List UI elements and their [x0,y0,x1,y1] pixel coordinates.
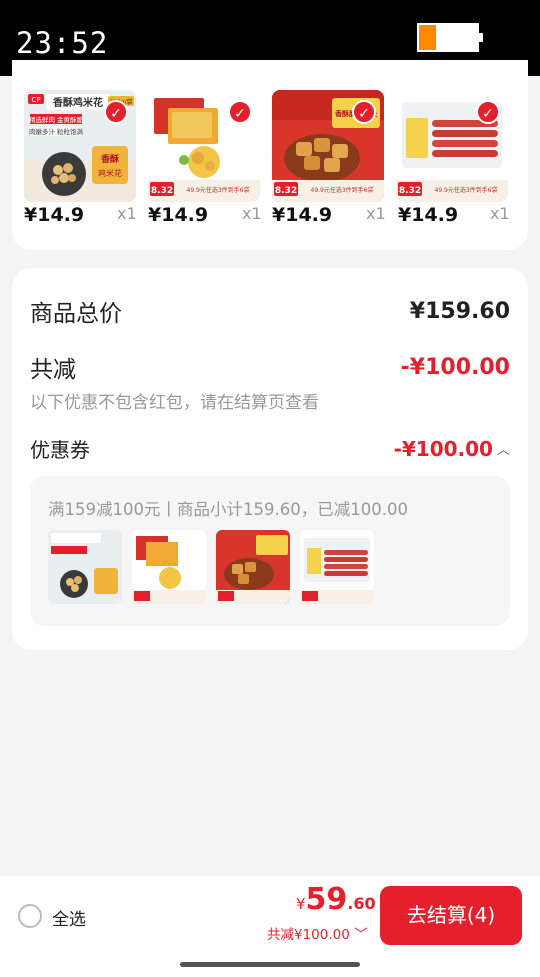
promo-text: 49.9元任选3件到手6袋 [435,186,498,194]
item-checked-icon[interactable]: ✓ [228,100,252,124]
subtotal-label: 商品总价 [30,301,122,327]
battery-icon [417,23,483,52]
price-summary-card: 商品总价 ¥159.60 共减 -¥100.00 以下优惠不包含红包，请在结算页… [12,268,528,650]
discount-value: -¥100.00 [400,354,510,380]
subtotal-value: ¥159.60 [409,298,510,324]
coupon-product-thumb [300,530,374,604]
status-time: 23:52 [16,26,109,60]
battery-nub [479,33,483,42]
discount-label: 共减 [30,357,76,383]
corn-chicken-thumb-icon [132,530,206,604]
coupon-product-thumb [48,530,122,604]
battery-level-fill [419,25,437,50]
item-checked-icon[interactable]: ✓ [104,100,128,124]
checkout-button[interactable]: 去结算(4) [380,886,522,945]
promo-text: 49.9元任选3件到手6袋 [311,186,374,194]
product-image-sausage[interactable]: 8.32 49.9元任选3件到手6袋 ✓ [396,90,508,202]
total-decimal: .60 [347,894,376,913]
home-indicator [180,962,360,967]
brand-logo: CP [31,96,40,104]
product-image-popcorn-chicken[interactable]: CP 香酥鸡米花 220g/袋 精选鲜肉 金黄酥脆 肉嫩多汁 粒粒饱满 香酥 鸡… [24,90,136,202]
currency-symbol: ¥ [296,895,306,913]
coupon-value-wrap[interactable]: -¥100.00 ︿ [394,437,510,461]
discount-row: 共减 -¥100.00 [30,350,510,384]
item-qty: x1 [117,204,137,223]
promo-badge: 8.32 [399,186,421,196]
promo-text: 49.9元任选3件到手6袋 [187,186,250,194]
coupon-detail-box: 满159减100元丨商品小计159.60，已减100.00 [30,476,510,626]
item-checked-icon[interactable]: ✓ [352,100,376,124]
checkout-bar: 全选 ¥59.60 共减¥100.00 ﹀ 去结算(4) [0,876,540,977]
coupon-value: -¥100.00 [393,436,493,461]
select-all-radio[interactable] [18,904,42,928]
item-qty: x1 [242,204,262,223]
item-qty: x1 [366,204,386,223]
item-price: ¥14.9 [24,204,85,226]
product-image-corn-chicken[interactable]: 8.32 49.9元任选3件到手6袋 ✓ [148,90,260,202]
select-all-label[interactable]: 全选 [52,905,86,930]
promo-badge: 8.32 [275,186,297,196]
coupon-description: 满159减100元丨商品小计159.60，已减100.00 [48,500,408,519]
chicken-nugget-thumb-icon [216,530,290,604]
cart-items-card: CP 香酥鸡米花 220g/袋 精选鲜肉 金黄酥脆 肉嫩多汁 粒粒饱满 香酥 鸡… [12,60,528,250]
product-image-chicken-nugget[interactable]: 香酥脆皮鸡块 8.32 49.9元任选3件到手6袋 ✓ [272,90,384,202]
item-price: ¥14.9 [272,204,333,226]
svg-text:香酥: 香酥 [100,153,119,165]
total-integer: 59 [305,882,348,917]
promo-badge: 8.32 [151,186,173,196]
saved-amount-text: 共减¥100.00 [267,927,350,943]
popcorn-chicken-thumb-icon [48,530,122,604]
saved-amount[interactable]: 共减¥100.00 ﹀ [267,923,368,943]
coupon-label: 优惠券 [30,438,90,462]
subtotal-row: 商品总价 ¥159.60 [30,294,510,328]
item-qty: x1 [490,204,510,223]
coupon-row[interactable]: 优惠券 -¥100.00 ︿ [30,434,510,463]
total-price: ¥59.60 [296,882,376,917]
package-line1: 精选鲜肉 金黄酥脆 [29,115,84,124]
item-price: ¥14.9 [398,204,459,226]
item-checked-icon[interactable]: ✓ [476,100,500,124]
svg-text:鸡米花: 鸡米花 [98,168,122,178]
item-price: ¥14.9 [148,204,209,226]
coupon-product-thumb [132,530,206,604]
package-title: 香酥鸡米花 [53,96,103,109]
discount-note: 以下优惠不包含红包，请在结算页查看 [30,393,319,413]
package-line2: 肉嫩多汁 粒粒饱满 [29,127,84,136]
sausage-thumb-icon [300,530,374,604]
coupon-product-thumb [216,530,290,604]
chevron-down-icon: ﹀ [354,927,368,943]
chevron-up-icon[interactable]: ︿ [497,439,510,458]
